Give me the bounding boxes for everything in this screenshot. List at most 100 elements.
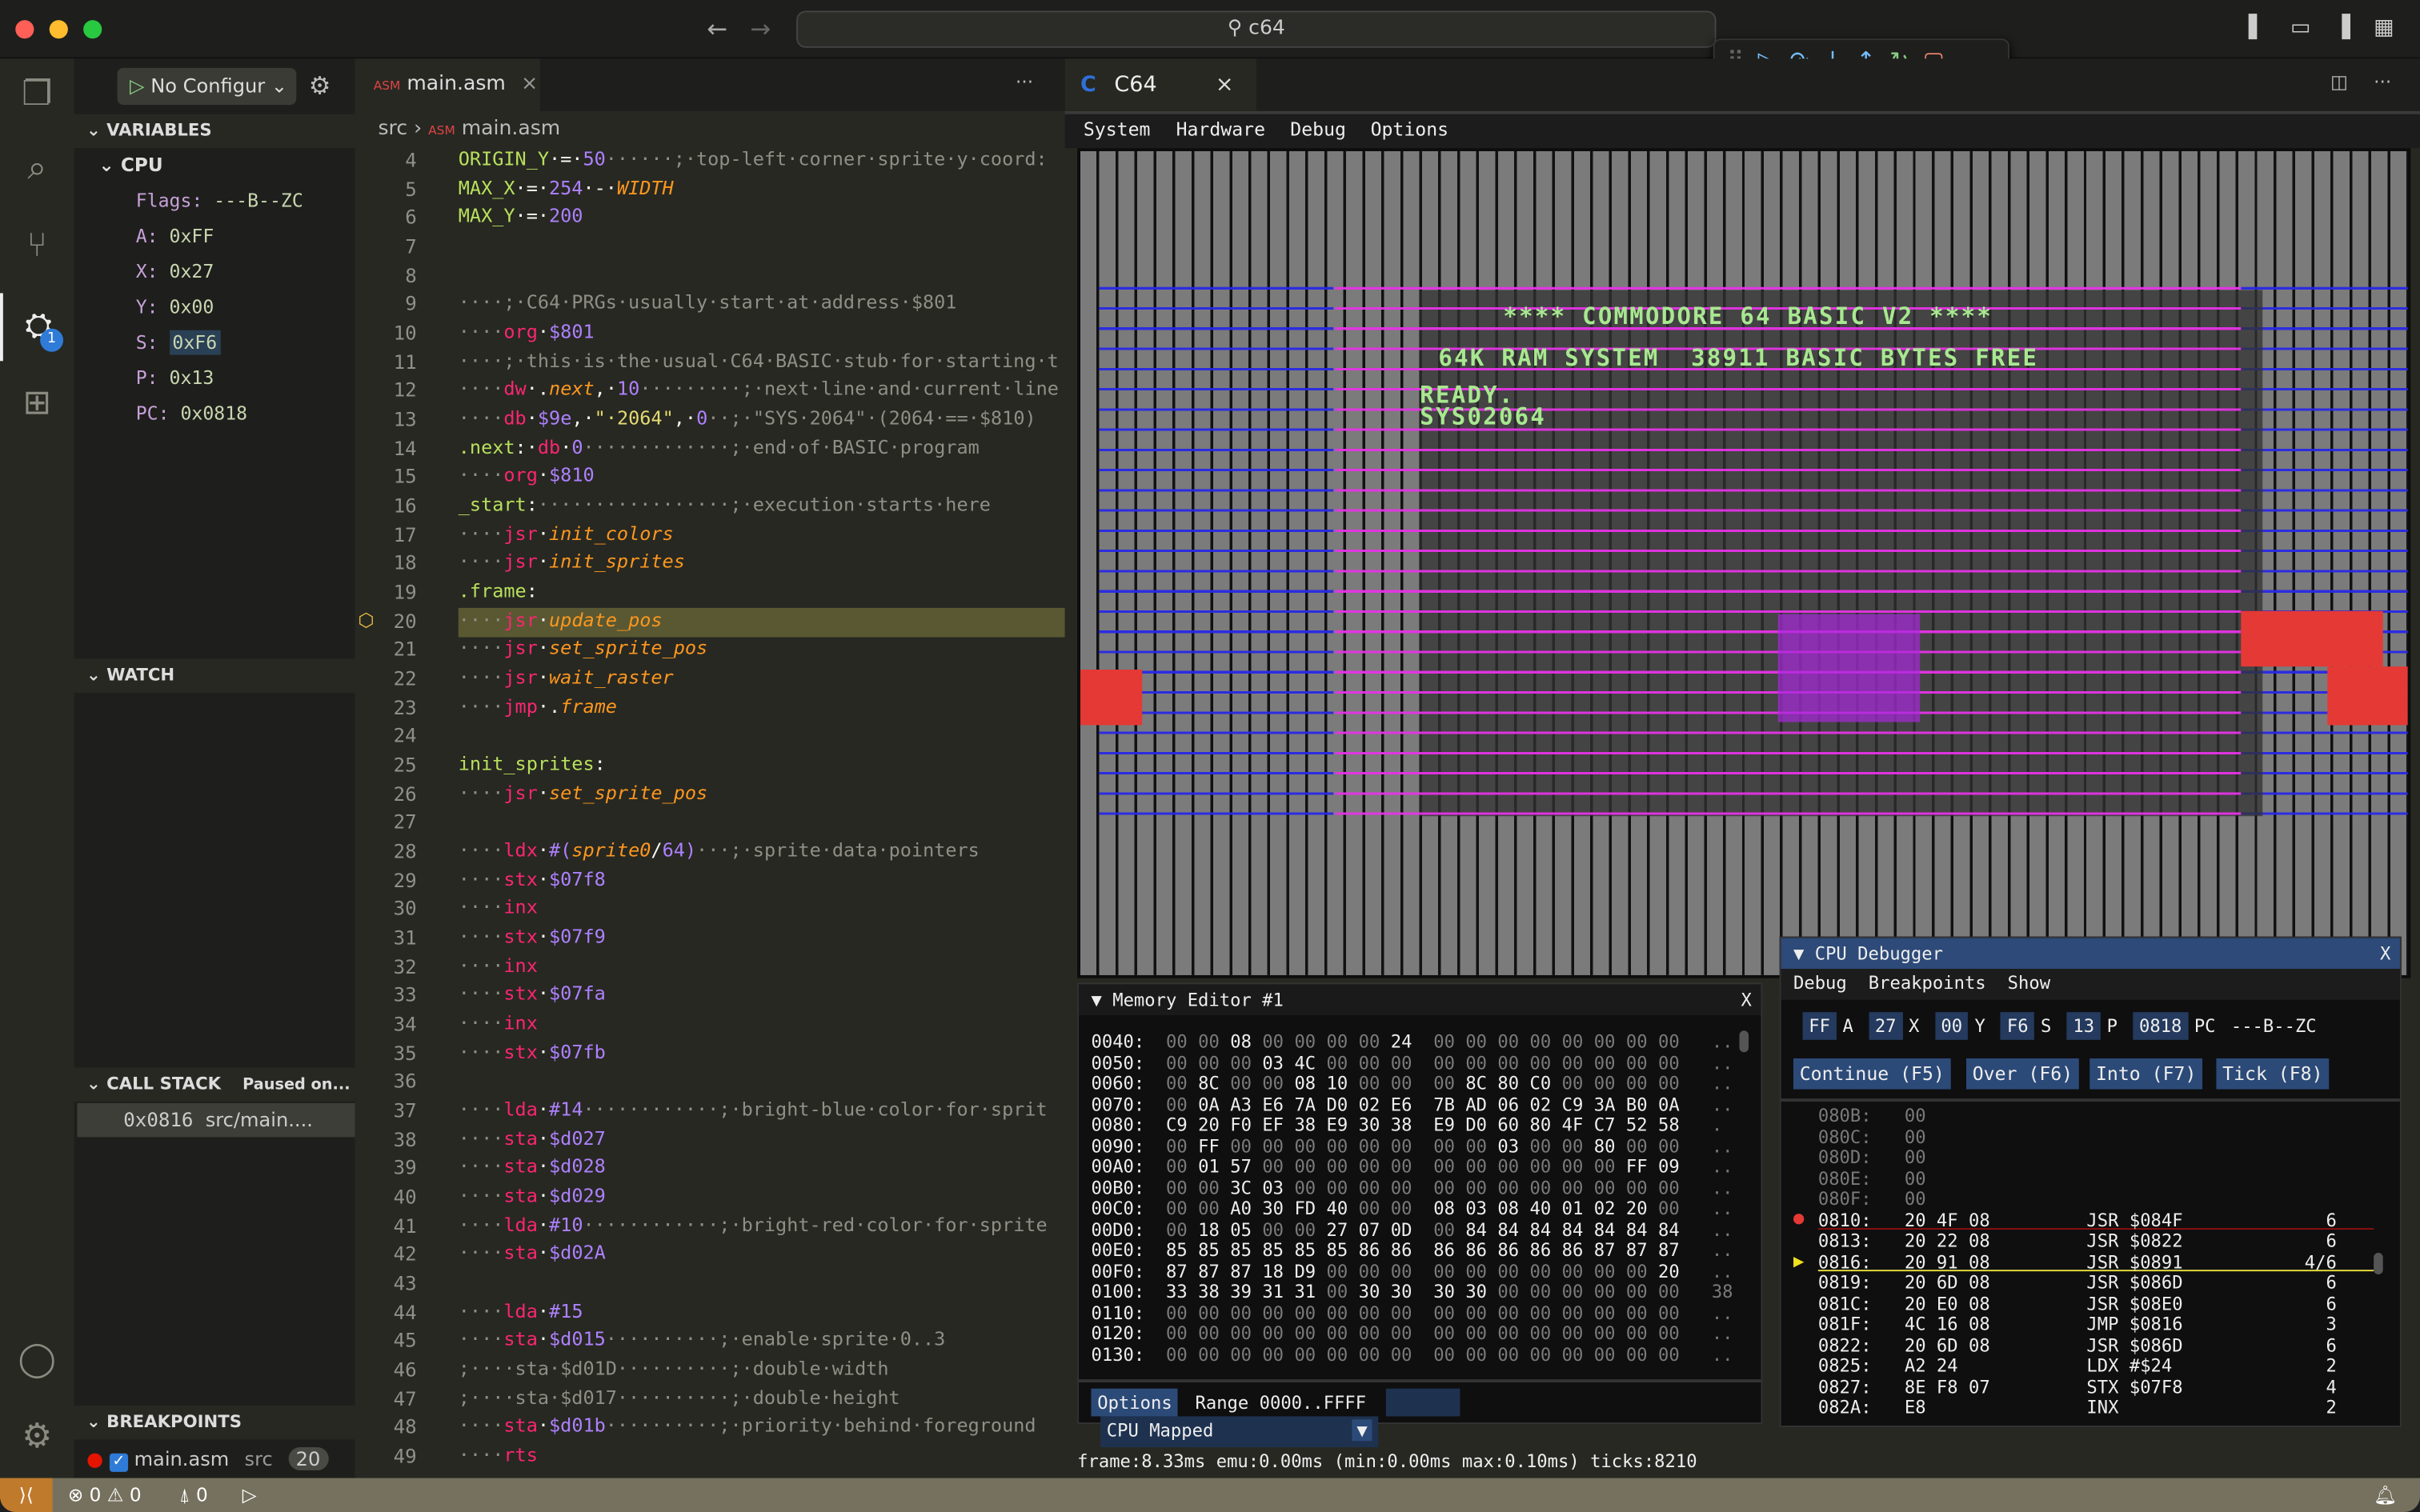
memory-byte[interactable]: 00 [1327, 1260, 1348, 1282]
memory-byte[interactable]: 00 [1465, 1343, 1487, 1365]
memory-byte[interactable]: 00 [1262, 1343, 1284, 1365]
memory-byte[interactable]: 00 [1433, 1343, 1455, 1365]
problems-indicator[interactable]: ⊗ 0 ⚠ 0 [68, 1478, 142, 1512]
remote-indicator-icon[interactable]: ⟩⟨ [0, 1478, 53, 1512]
debug-settings-gear-icon[interactable]: ⚙ [309, 71, 331, 101]
memory-byte[interactable]: E9 [1433, 1114, 1455, 1135]
memory-byte[interactable]: 0D [1391, 1218, 1412, 1240]
memory-byte[interactable]: 00 [1327, 1302, 1348, 1323]
debug-status-icon[interactable]: ▷ [242, 1478, 257, 1512]
forward-arrow-icon[interactable]: → [750, 14, 771, 43]
memory-byte[interactable]: 00 [1497, 1260, 1519, 1282]
memory-byte[interactable]: 00 [1166, 1198, 1188, 1219]
memory-byte[interactable]: F0 [1230, 1114, 1252, 1135]
memory-byte[interactable]: 86 [1391, 1239, 1412, 1261]
memory-byte[interactable]: 00 [1359, 1177, 1380, 1198]
memory-byte[interactable]: 00 [1530, 1302, 1552, 1323]
memory-byte[interactable]: 00 [1594, 1030, 1616, 1052]
memory-byte[interactable]: 00 [1359, 1072, 1380, 1094]
memory-byte[interactable]: 00 [1359, 1260, 1380, 1282]
tab-main-asm[interactable]: ASM main.asm × [355, 58, 540, 111]
memory-byte[interactable]: FF [1198, 1134, 1220, 1156]
memory-byte[interactable]: 00 [1594, 1322, 1616, 1344]
memory-byte[interactable]: C9 [1166, 1114, 1188, 1135]
disassembly-row[interactable]: 080E: 00 [1818, 1167, 2374, 1189]
memory-byte[interactable]: 84 [1626, 1218, 1648, 1240]
memory-byte[interactable]: 30 [1433, 1281, 1455, 1302]
memory-byte[interactable]: 31 [1294, 1281, 1316, 1302]
c64-display[interactable]: **** COMMODORE 64 BASIC V2 **** 64K RAM … [1077, 148, 2411, 978]
memory-byte[interactable]: 85 [1198, 1239, 1220, 1261]
memory-byte[interactable]: 00 [1562, 1177, 1584, 1198]
memory-byte[interactable]: 00 [1359, 1322, 1380, 1344]
memory-byte[interactable]: 00 [1626, 1260, 1648, 1282]
disassembly-row[interactable]: 0827: 8E F8 07 STX $07F8 4 [1818, 1375, 2374, 1397]
memory-byte[interactable]: 38 [1198, 1281, 1220, 1302]
memory-byte[interactable]: 86 [1497, 1239, 1519, 1261]
memory-byte[interactable]: 18 [1262, 1260, 1284, 1282]
memory-byte[interactable]: 86 [1562, 1239, 1584, 1261]
memory-byte[interactable]: 31 [1262, 1281, 1284, 1302]
cpu-debugger-titlebar[interactable]: ▼ CPU Debugger X [1781, 938, 2400, 970]
memory-byte[interactable]: 00 [1530, 1177, 1552, 1198]
memory-byte[interactable]: 00 [1294, 1302, 1316, 1323]
memory-byte[interactable]: 00 [1327, 1155, 1348, 1177]
memory-byte[interactable]: 00 [1391, 1302, 1412, 1323]
memory-byte[interactable]: 00 [1166, 1093, 1188, 1114]
memory-byte[interactable]: 00 [1327, 1030, 1348, 1052]
tick-button[interactable]: Tick (F8) [2216, 1058, 2330, 1090]
memory-byte[interactable]: 00 [1198, 1322, 1220, 1344]
watch-section-header[interactable]: ⌄ WATCH [74, 658, 355, 693]
memory-byte[interactable]: 00 [1359, 1198, 1380, 1219]
memory-byte[interactable]: 00 [1465, 1302, 1487, 1323]
memory-byte[interactable]: 3C [1230, 1177, 1252, 1198]
memory-byte[interactable]: 00 [1562, 1072, 1584, 1094]
memory-byte[interactable]: 60 [1497, 1114, 1519, 1135]
memory-byte[interactable]: 00 [1626, 1134, 1648, 1156]
memory-byte[interactable]: 00 [1166, 1051, 1188, 1073]
collapse-triangle-icon[interactable]: ▼ [1793, 942, 1815, 964]
memory-byte[interactable]: 00 [1497, 1051, 1519, 1073]
variable-row[interactable]: A: 0xFF [136, 226, 214, 247]
memory-byte[interactable]: 00 [1262, 1218, 1284, 1240]
memory-byte[interactable]: 00 [1391, 1155, 1412, 1177]
memory-byte[interactable]: 09 [1658, 1155, 1680, 1177]
memory-byte[interactable]: 00 [1465, 1260, 1487, 1282]
memory-byte[interactable]: 00 [1626, 1072, 1648, 1094]
variable-row[interactable]: X: 0x27 [136, 261, 214, 282]
memory-byte[interactable]: 00 [1465, 1322, 1487, 1344]
explorer-icon[interactable]: ❐ [0, 62, 74, 130]
memory-byte[interactable]: 00 [1433, 1177, 1455, 1198]
memory-byte[interactable]: 00 [1465, 1030, 1487, 1052]
register-y-field[interactable]: 00 [1934, 1012, 1969, 1040]
memory-byte[interactable]: 06 [1497, 1093, 1519, 1114]
breakpoint-enabled-checkbox[interactable]: ✓ [109, 1453, 128, 1472]
memory-byte[interactable]: 00 [1497, 1155, 1519, 1177]
memory-byte[interactable]: 00 [1562, 1051, 1584, 1073]
code-editor[interactable]: 4 ORIGIN_Y·=·50······;·top-left·corner·sp… [355, 148, 1065, 1478]
memory-byte[interactable]: 00 [1594, 1051, 1616, 1073]
memory-byte[interactable]: 00 [1433, 1260, 1455, 1282]
memory-byte[interactable]: 00 [1230, 1343, 1252, 1365]
memory-byte[interactable]: 00 [1562, 1134, 1584, 1156]
memory-byte[interactable]: 8C [1198, 1072, 1220, 1094]
memory-byte[interactable]: 87 [1198, 1260, 1220, 1282]
memory-byte[interactable]: 30 [1359, 1281, 1380, 1302]
memory-byte[interactable]: B0 [1626, 1093, 1648, 1114]
memory-byte[interactable]: 00 [1626, 1343, 1648, 1365]
memory-byte[interactable]: 85 [1166, 1239, 1188, 1261]
memory-byte[interactable]: 00 [1198, 1343, 1220, 1365]
memory-byte[interactable]: FF [1626, 1155, 1648, 1177]
disassembly-row[interactable]: 0822: 20 6D 08 JSR $086D 6 [1818, 1334, 2374, 1355]
disassembly-row[interactable]: 0819: 20 6D 08 JSR $086D 6 [1818, 1271, 2374, 1293]
memory-byte[interactable]: 00 [1294, 1134, 1316, 1156]
memory-byte[interactable]: 00 [1497, 1322, 1519, 1344]
memory-byte[interactable]: 00 [1433, 1155, 1455, 1177]
memory-scrollbar[interactable] [1739, 1030, 1749, 1053]
memory-byte[interactable]: 02 [1594, 1198, 1616, 1219]
disassembly-row[interactable]: 0813: 20 22 08 JSR $0822 6 [1818, 1230, 2374, 1251]
memory-byte[interactable]: 7A [1294, 1093, 1316, 1114]
memory-byte[interactable]: 4F [1562, 1114, 1584, 1135]
memory-byte[interactable]: 10 [1327, 1072, 1348, 1094]
memory-byte[interactable]: 80 [1530, 1114, 1552, 1135]
